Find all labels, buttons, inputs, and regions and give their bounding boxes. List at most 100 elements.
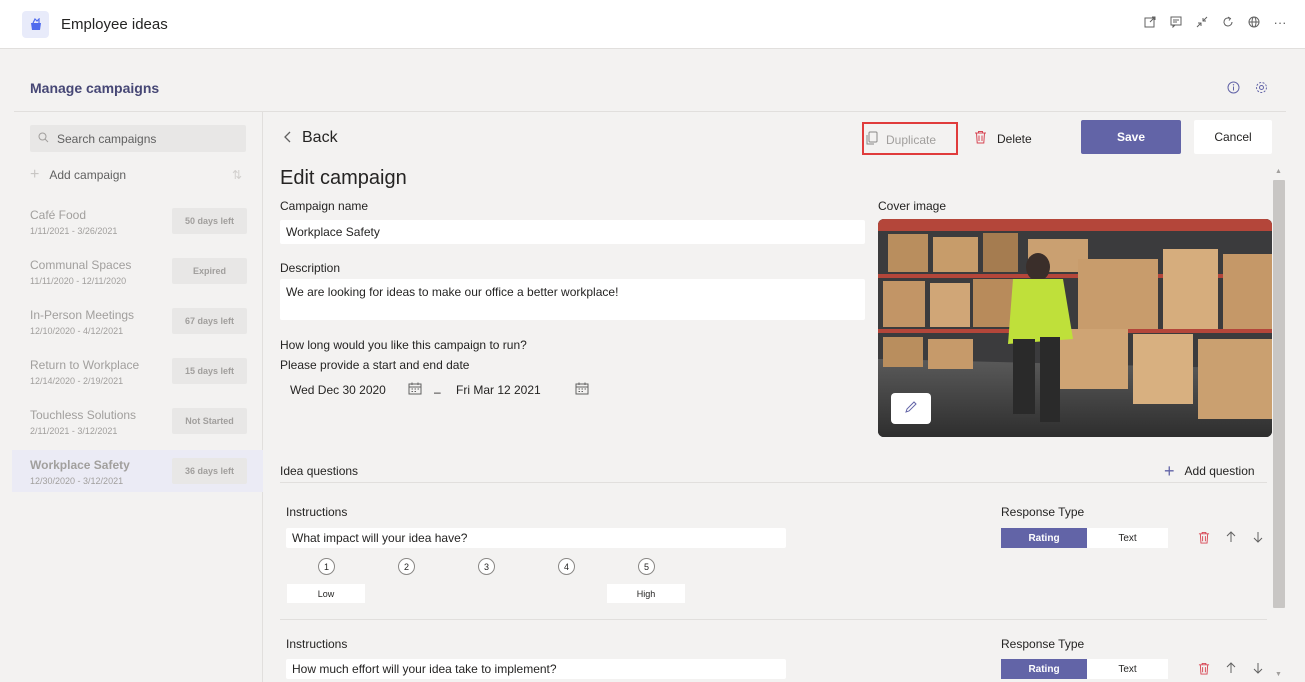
plus-icon: +: [30, 166, 40, 183]
campaign-name: Return to Workplace: [30, 358, 140, 372]
search-icon: [38, 132, 49, 146]
question-text-input[interactable]: What impact will your idea have?: [286, 528, 786, 548]
popout-icon[interactable]: [1143, 14, 1157, 30]
response-type-label: Response Type: [1001, 637, 1085, 651]
campaign-name-input[interactable]: Workplace Safety: [280, 220, 865, 244]
globe-icon[interactable]: [1247, 14, 1261, 30]
calendar-icon[interactable]: [408, 382, 422, 398]
arrow-up-icon[interactable]: [1224, 530, 1237, 544]
campaign-dates: 12/10/2020 - 4/12/2021: [30, 326, 124, 336]
back-button[interactable]: Back: [284, 129, 338, 147]
page-title: Manage campaigns: [30, 80, 160, 96]
description-label: Description: [280, 261, 341, 275]
trash-icon[interactable]: [1197, 530, 1210, 544]
add-question-label: Add question: [1184, 464, 1255, 478]
calendar-icon[interactable]: [575, 382, 589, 398]
high-label-input[interactable]: High: [607, 584, 685, 603]
arrow-down-icon[interactable]: [1251, 661, 1264, 675]
campaign-name: In-Person Meetings: [30, 308, 135, 322]
text-option[interactable]: Text: [1087, 528, 1168, 548]
add-question-button[interactable]: + Add question: [1164, 462, 1255, 480]
campaign-status-badge: Expired: [172, 258, 247, 284]
scroll-up-arrow[interactable]: ▲: [1275, 168, 1282, 175]
save-button[interactable]: Save: [1081, 120, 1181, 154]
campaign-item[interactable]: In-Person Meetings 12/10/2020 - 4/12/202…: [12, 300, 263, 342]
arrow-up-icon[interactable]: [1224, 661, 1237, 675]
campaign-item[interactable]: Café Food 1/11/2021 - 3/26/2021 50 days …: [12, 200, 263, 242]
sort-icon[interactable]: ⇅: [232, 168, 242, 182]
rating-scale-point: 2: [398, 558, 415, 575]
pencil-icon: [904, 400, 918, 417]
campaign-status-badge: 36 days left: [172, 458, 247, 484]
cancel-button[interactable]: Cancel: [1194, 120, 1272, 154]
rating-scale-point: 1: [318, 558, 335, 575]
trash-icon[interactable]: [1197, 661, 1210, 675]
refresh-icon[interactable]: [1221, 14, 1235, 30]
chevron-left-icon: [284, 130, 292, 146]
search-placeholder: Search campaigns: [57, 131, 157, 146]
duplicate-button[interactable]: Duplicate: [866, 131, 936, 148]
campaign-dates: 1/11/2021 - 3/26/2021: [30, 226, 118, 236]
idea-questions-heading: Idea questions: [280, 464, 359, 478]
campaign-item-selected[interactable]: Workplace Safety 12/30/2020 - 3/12/2021 …: [12, 450, 263, 492]
chat-icon[interactable]: [1169, 14, 1183, 30]
sidebar-divider: [262, 112, 263, 682]
scroll-down-arrow[interactable]: ▼: [1275, 671, 1282, 678]
campaign-dates: 11/11/2020 - 12/11/2020: [30, 276, 127, 286]
search-input[interactable]: Search campaigns: [30, 125, 246, 152]
low-label-input[interactable]: Low: [287, 584, 365, 603]
settings-gear-icon[interactable]: [1254, 80, 1268, 94]
text-option[interactable]: Text: [1087, 659, 1168, 679]
header-divider: [14, 111, 1286, 112]
add-campaign-button[interactable]: + Add campaign: [30, 166, 126, 184]
description-textarea[interactable]: We are looking for ideas to make our off…: [280, 279, 865, 320]
start-date-input[interactable]: Wed Dec 30 2020: [290, 383, 386, 397]
rating-option[interactable]: Rating: [1001, 528, 1087, 548]
campaign-name: Communal Spaces: [30, 258, 132, 272]
app-logo-icon: [22, 11, 49, 38]
delete-button[interactable]: Delete: [974, 130, 1032, 147]
rating-scale-point: 4: [558, 558, 575, 575]
question-divider: [280, 619, 1267, 620]
edit-cover-button[interactable]: [891, 393, 931, 424]
cover-image-label: Cover image: [878, 199, 947, 213]
campaign-status-badge: Not Started: [172, 408, 247, 434]
more-options-icon[interactable]: ···: [1273, 14, 1287, 30]
collapse-icon[interactable]: [1195, 14, 1209, 30]
rating-scale-point: 5: [638, 558, 655, 575]
info-icon[interactable]: [1226, 80, 1240, 94]
instructions-label: Instructions: [286, 505, 348, 519]
end-date-input[interactable]: Fri Mar 12 2021: [456, 383, 541, 397]
date-separator: –: [434, 385, 441, 399]
campaign-name: Workplace Safety: [30, 458, 130, 472]
rating-scale-point: 3: [478, 558, 495, 575]
campaign-name: Touchless Solutions: [30, 408, 137, 422]
response-type-label: Response Type: [1001, 505, 1085, 519]
campaign-status-badge: 15 days left: [172, 358, 247, 384]
campaign-item[interactable]: Communal Spaces 11/11/2020 - 12/11/2020 …: [12, 250, 263, 292]
campaign-name: Café Food: [30, 208, 87, 222]
plus-icon: +: [1164, 461, 1175, 481]
duration-help-text: Please provide a start and end date: [280, 358, 470, 372]
question-text-input[interactable]: How much effort will your idea take to i…: [286, 659, 786, 679]
delete-label: Delete: [997, 131, 1032, 146]
rating-option[interactable]: Rating: [1001, 659, 1087, 679]
section-divider: [280, 482, 1267, 483]
app-bar: Employee ideas ···: [0, 0, 1305, 49]
duration-label: How long would you like this campaign to…: [280, 338, 527, 352]
arrow-down-icon[interactable]: [1251, 530, 1264, 544]
copy-icon: [866, 131, 878, 148]
campaign-name-label: Campaign name: [280, 199, 369, 213]
back-label: Back: [302, 129, 338, 146]
campaign-item[interactable]: Return to Workplace 12/14/2020 - 2/19/20…: [12, 350, 263, 392]
campaign-dates: 2/11/2021 - 3/12/2021: [30, 426, 118, 436]
trash-icon: [974, 130, 987, 147]
campaign-item[interactable]: Touchless Solutions 2/11/2021 - 3/12/202…: [12, 400, 263, 442]
campaign-dates: 12/14/2020 - 2/19/2021: [30, 376, 124, 386]
app-title: Employee ideas: [61, 16, 168, 33]
duplicate-label: Duplicate: [886, 132, 937, 147]
response-type-toggle: Rating Text: [1001, 528, 1168, 548]
instructions-label: Instructions: [286, 637, 348, 651]
scrollbar-thumb[interactable]: [1273, 180, 1285, 608]
campaign-status-badge: 67 days left: [172, 308, 247, 334]
